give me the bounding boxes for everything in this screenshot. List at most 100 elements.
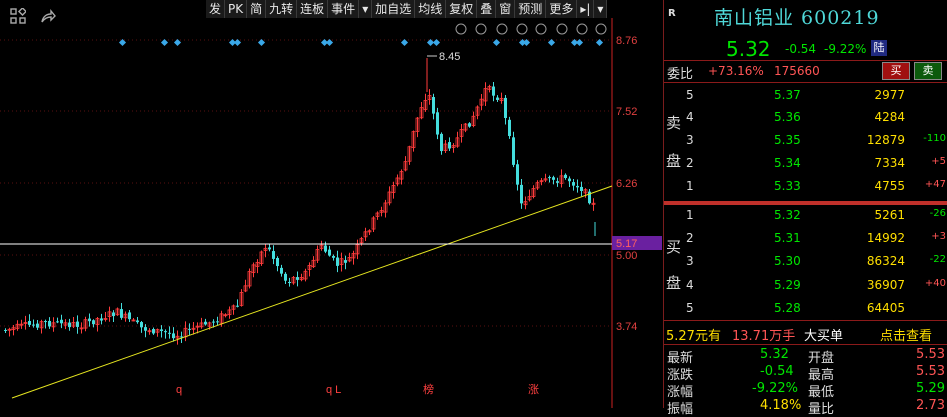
candle-body — [344, 260, 347, 263]
candle-body — [280, 267, 283, 274]
stock-title[interactable]: 南山铝业 600219 — [714, 3, 880, 30]
toolbar-more-button[interactable]: 更多 — [546, 0, 578, 18]
bid-row-3[interactable]: 3 5.30 86324 -22 — [664, 252, 947, 271]
bid-row-2[interactable]: 2 5.31 14992 +3 — [664, 229, 947, 248]
toolbar-events-button[interactable]: 事件 — [328, 0, 360, 18]
event-label-marker: 涨 — [528, 383, 539, 396]
pen-icon[interactable] — [475, 23, 487, 35]
quote-panel: R 南山铝业 600219 5.32 -0.54 -9.22% 陆 委比 +73… — [663, 0, 947, 417]
candle-body — [164, 331, 167, 333]
ratio-value: 2.73 — [916, 398, 945, 413]
candle-body — [188, 328, 191, 330]
candle-body — [76, 321, 79, 327]
ask-row-5[interactable]: 5 5.37 2977 — [664, 86, 947, 105]
ask-volume: 4755 — [874, 179, 905, 193]
current-price-label: 5.17 — [616, 238, 637, 250]
bid-volume: 86324 — [866, 254, 905, 268]
big-order-type: 大买单 — [804, 329, 844, 344]
candle-body — [172, 333, 175, 339]
bid-delta: -26 — [929, 208, 946, 219]
candle-body — [68, 322, 71, 328]
candle-body — [128, 312, 131, 320]
layers-icon[interactable] — [516, 23, 528, 35]
candle-body — [48, 320, 51, 327]
bid-level: 3 — [686, 254, 694, 268]
grid-menu-icon[interactable] — [10, 8, 26, 24]
event-marker-icon — [160, 38, 169, 47]
divider — [664, 82, 947, 83]
toolbar-add-watchlist-button[interactable]: 加自选 — [372, 0, 416, 18]
trend-line — [11, 185, 613, 399]
candle-body — [216, 321, 219, 323]
high-price-label: 8.45 — [439, 51, 460, 63]
event-marker-icon — [325, 38, 334, 47]
top-left-tools — [10, 8, 56, 24]
candle-body — [140, 322, 143, 328]
toolbar-jiuzhuan-button[interactable]: 九转 — [266, 0, 298, 18]
ask-level: 3 — [686, 133, 694, 147]
candle-body — [160, 329, 163, 332]
price-tick-label: 5.00 — [616, 250, 637, 262]
ask-volume: 12879 — [866, 133, 905, 147]
candle-body — [36, 323, 39, 328]
toolbar-overlay-button[interactable]: 叠 — [477, 0, 497, 18]
kline-chart-area[interactable]: 8.76 7.52 6.26 5.00 3.74 5.17 8.45 q q L 榜 涨 发 PK … — [0, 0, 662, 408]
minus-circle-icon[interactable] — [556, 23, 568, 35]
bid-price: 5.32 — [774, 208, 801, 222]
candle-body — [512, 137, 515, 165]
toolbar-window-button[interactable]: 窗 — [496, 0, 516, 18]
ask-row-3[interactable]: 3 5.35 12879 -110 — [664, 131, 947, 150]
candle-body — [336, 257, 339, 266]
candle-body — [152, 329, 155, 334]
toolbar-adjust-button[interactable]: 复权 — [446, 0, 478, 18]
toolbar-events-dropdown-icon[interactable]: ▾ — [359, 0, 373, 18]
settings-icon[interactable] — [455, 23, 467, 35]
toolbar-lianban-button[interactable]: 连板 — [297, 0, 329, 18]
bid-row-1[interactable]: 1 5.32 5261 -26 — [664, 206, 947, 225]
high-value: 5.53 — [916, 364, 945, 379]
price-tick-label: 6.26 — [616, 178, 637, 190]
candle-body — [324, 245, 327, 252]
ask-row-2[interactable]: 2 5.34 7334 +5 — [664, 154, 947, 173]
toolbar-pk-button[interactable]: PK — [225, 0, 248, 18]
candle-body — [288, 281, 291, 283]
bid-volume: 14992 — [866, 231, 905, 245]
candle-body — [88, 318, 91, 322]
sell-button[interactable]: 卖 — [914, 62, 942, 80]
bid-row-5[interactable]: 5 5.28 64405 — [664, 299, 947, 318]
candle-body — [432, 97, 435, 114]
toolbar-ma-button[interactable]: 均线 — [415, 0, 447, 18]
weibi-label: 委比 — [667, 67, 694, 82]
candle-body — [572, 182, 575, 186]
hand-icon[interactable] — [535, 23, 547, 35]
remove-circle-icon[interactable] — [595, 23, 607, 35]
candle-body — [236, 305, 239, 307]
bid-row-4[interactable]: 4 5.29 36907 +40 — [664, 276, 947, 295]
draw-icon[interactable] — [496, 23, 508, 35]
toolbar-fa-button[interactable]: 发 — [206, 0, 226, 18]
candle-body — [32, 324, 35, 326]
kline-chart[interactable]: 8.76 7.52 6.26 5.00 3.74 5.17 8.45 q q L 榜 涨 — [0, 0, 662, 408]
toolbar-dropdown-icon[interactable]: ▾ — [594, 0, 608, 18]
buy-button[interactable]: 买 — [882, 62, 910, 80]
bid-level: 5 — [686, 301, 694, 315]
add-circle-icon[interactable] — [576, 23, 588, 35]
toolbar-collapse-icon[interactable]: ▸| — [577, 0, 595, 18]
ask-volume: 2977 — [874, 88, 905, 102]
share-icon[interactable] — [40, 8, 56, 24]
bid-price: 5.31 — [774, 231, 801, 245]
low-value: 5.29 — [916, 381, 945, 396]
candle-body — [492, 86, 495, 96]
ask-row-4[interactable]: 4 5.36 4284 — [664, 108, 947, 127]
ask-price: 5.36 — [774, 110, 801, 124]
candle-body — [468, 123, 471, 127]
ask-delta: +47 — [924, 179, 946, 190]
view-details-link[interactable]: 点击查看 — [880, 325, 932, 344]
candle-body — [552, 177, 555, 180]
candle-body — [44, 321, 47, 323]
ask-row-1[interactable]: 1 5.33 4755 +47 — [664, 177, 947, 196]
toolbar-forecast-button[interactable]: 预测 — [515, 0, 547, 18]
ask-volume: 4284 — [874, 110, 905, 124]
toolbar-jian-button[interactable]: 简 — [247, 0, 267, 18]
ask-price: 5.34 — [774, 156, 801, 170]
